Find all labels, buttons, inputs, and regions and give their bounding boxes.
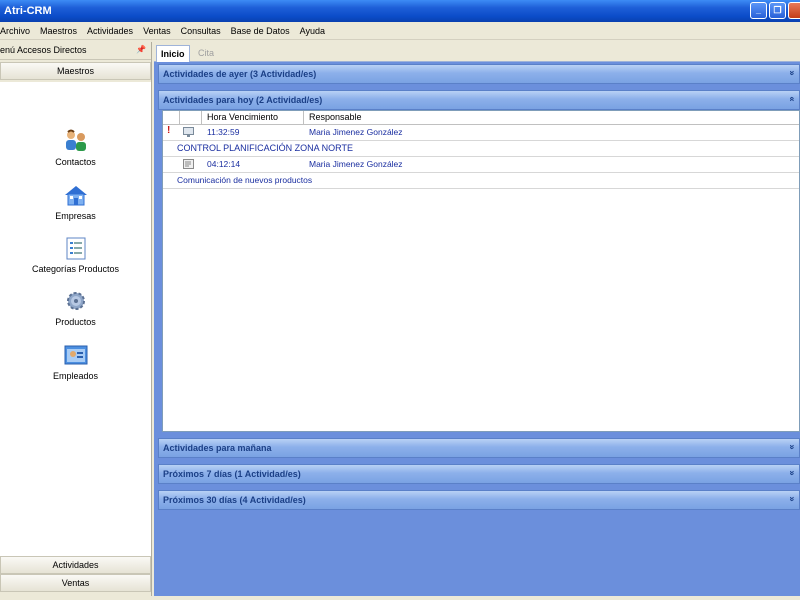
group-actividades-manana[interactable]: Actividades para mañana » xyxy=(158,438,800,458)
categories-icon xyxy=(66,237,85,260)
menu-archivo[interactable]: Archivo xyxy=(0,26,35,36)
chevron-down-icon[interactable]: » xyxy=(787,444,797,449)
subject-text: CONTROL PLANIFICACIÓN ZONA NORTE xyxy=(177,143,354,153)
tab-strip: Inicio Cita xyxy=(154,42,800,62)
shortcut-label: Contactos xyxy=(55,157,96,167)
menu-consultas[interactable]: Consultas xyxy=(176,26,226,36)
shortcuts-header: enú Accesos Directos 📌 xyxy=(0,42,151,60)
menu-base-de-datos[interactable]: Base de Datos xyxy=(226,26,295,36)
table-row[interactable]: ! 11:32:59 Maria Jimenez González xyxy=(163,125,799,141)
shortcut-categorias-productos[interactable]: Categorías Productos xyxy=(0,236,151,274)
column-hora-vencimiento[interactable]: Hora Vencimiento xyxy=(207,112,278,122)
section-maestros[interactable]: Maestros xyxy=(0,62,151,80)
table-row[interactable]: 04:12:14 Maria Jimenez González xyxy=(163,157,799,173)
cell-responsable: Maria Jimenez González xyxy=(309,127,403,137)
shortcuts-panel: enú Accesos Directos 📌 Maestros Contacto… xyxy=(0,42,152,596)
shortcut-label: Empresas xyxy=(55,211,96,221)
group-title: Próximos 7 días (1 Actividad/es) xyxy=(163,469,301,479)
title-bar: Atri-CRM _ ❐ xyxy=(0,0,800,22)
menu-ayuda[interactable]: Ayuda xyxy=(295,26,330,36)
shortcut-label: Productos xyxy=(55,317,96,327)
group-actividades-hoy[interactable]: Actividades para hoy (2 Actividad/es) « xyxy=(158,90,800,110)
menu-bar: Archivo Maestros Actividades Ventas Cons… xyxy=(0,22,800,40)
menu-maestros[interactable]: Maestros xyxy=(35,26,82,36)
shortcut-contactos[interactable]: Contactos xyxy=(0,129,151,167)
cell-hora: 04:12:14 xyxy=(207,159,241,169)
window-title: Atri-CRM xyxy=(4,5,52,17)
shortcut-empresas[interactable]: Empresas xyxy=(0,183,151,221)
importance-icon: ! xyxy=(167,125,171,136)
chevron-down-icon[interactable]: » xyxy=(787,470,797,475)
grid-header: Hora Vencimiento Responsable xyxy=(163,111,799,125)
menu-ventas[interactable]: Ventas xyxy=(138,26,176,36)
cell-responsable: Maria Jimenez González xyxy=(309,159,403,169)
pin-icon[interactable]: 📌 xyxy=(136,45,146,54)
tab-inicio[interactable]: Inicio xyxy=(156,45,190,62)
group-title: Actividades para hoy (2 Actividad/es) xyxy=(163,95,323,105)
menu-actividades[interactable]: Actividades xyxy=(82,26,138,36)
group-title: Próximos 30 días (4 Actividad/es) xyxy=(163,495,306,505)
shortcut-label: Categorías Productos xyxy=(31,264,120,274)
row-subject[interactable]: Comunicación de nuevos productos xyxy=(163,173,799,189)
contacts-icon xyxy=(65,129,86,151)
group-proximos-30-dias[interactable]: Próximos 30 días (4 Actividad/es) » xyxy=(158,490,800,510)
shortcuts-title: enú Accesos Directos xyxy=(0,45,87,55)
task-icon xyxy=(183,159,194,171)
row-subject[interactable]: CONTROL PLANIFICACIÓN ZONA NORTE xyxy=(163,141,799,157)
subject-text: Comunicación de nuevos productos xyxy=(177,175,313,185)
company-building-icon xyxy=(64,186,87,206)
main-content: Inicio Cita Actividades de ayer (3 Activ… xyxy=(154,42,800,596)
shortcut-productos[interactable]: Productos xyxy=(0,289,151,327)
section-ventas[interactable]: Ventas xyxy=(0,574,151,592)
appointment-icon xyxy=(183,127,194,139)
shortcuts-list: Contactos Empresas Categorías Productos xyxy=(0,82,151,556)
employees-icon xyxy=(64,345,87,365)
close-button[interactable] xyxy=(788,2,800,19)
tab-cita[interactable]: Cita xyxy=(194,45,218,62)
column-responsable[interactable]: Responsable xyxy=(309,112,362,122)
shortcut-label: Empleados xyxy=(52,371,99,381)
shortcut-empleados[interactable]: Empleados xyxy=(0,343,151,381)
group-actividades-ayer[interactable]: Actividades de ayer (3 Actividad/es) » xyxy=(158,64,800,84)
group-proximos-7-dias[interactable]: Próximos 7 días (1 Actividad/es) » xyxy=(158,464,800,484)
cell-hora: 11:32:59 xyxy=(207,127,240,137)
activities-grid: Hora Vencimiento Responsable ! 11:32:59 … xyxy=(162,110,800,432)
gear-products-icon xyxy=(66,292,85,310)
section-actividades[interactable]: Actividades xyxy=(0,556,151,574)
chevron-up-icon[interactable]: « xyxy=(787,96,797,101)
minimize-button[interactable]: _ xyxy=(750,2,767,19)
chevron-down-icon[interactable]: » xyxy=(787,496,797,501)
chevron-down-icon[interactable]: » xyxy=(787,70,797,75)
maximize-button[interactable]: ❐ xyxy=(769,2,786,19)
group-title: Actividades para mañana xyxy=(163,443,272,453)
group-title: Actividades de ayer (3 Actividad/es) xyxy=(163,69,317,79)
